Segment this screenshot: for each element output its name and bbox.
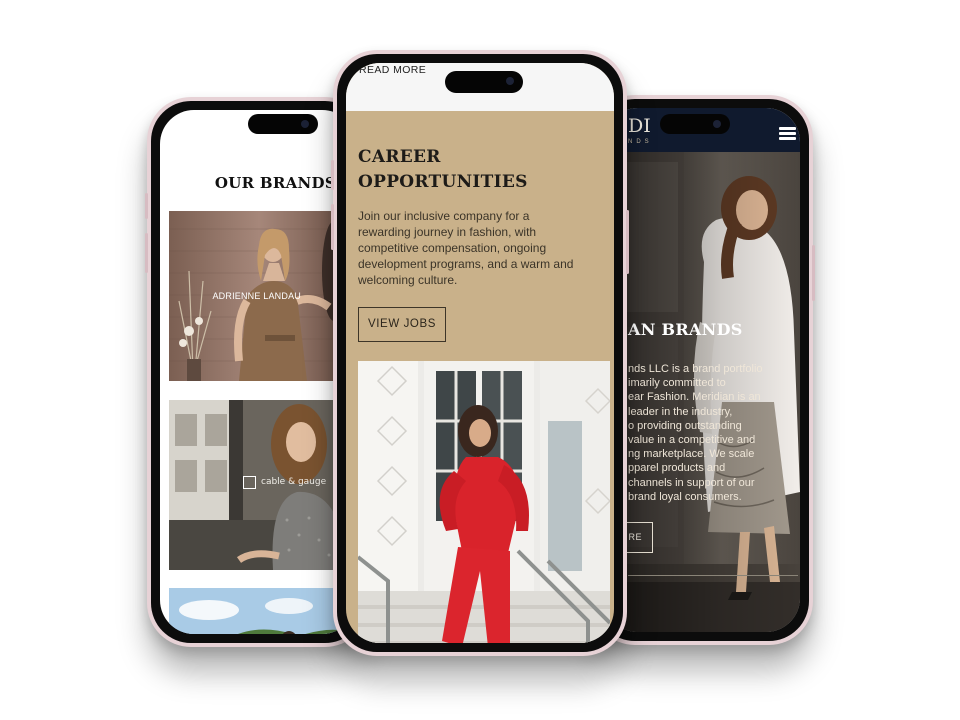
site-logo-subtitle: NDS	[628, 139, 653, 145]
careers-photo	[358, 361, 610, 643]
phone-side-button	[812, 245, 815, 301]
body-line: nds LLC is a brand portfolio	[628, 363, 763, 375]
body-line: rewarding journey in fashion, with	[358, 225, 537, 239]
heading-line: CAREER	[358, 147, 441, 167]
hamburger-menu-icon[interactable]	[779, 127, 796, 140]
phone-left-screen[interactable]: OUR BRANDS ADRIENNE LANDAU cable & gauge	[160, 110, 356, 634]
phone-center-screen[interactable]: READ MORE CAREER OPPORTUNITIES Join our …	[346, 63, 614, 643]
phone-side-button	[331, 160, 334, 190]
body-line: pparel products and	[628, 462, 726, 475]
dynamic-island	[248, 114, 318, 134]
body-line: o providing outstanding	[628, 419, 742, 432]
body-line: imarily committed to	[628, 377, 726, 390]
body-line: welcoming culture.	[358, 273, 458, 287]
careers-photo-image	[358, 361, 610, 643]
view-jobs-button[interactable]: VIEW JOBS	[358, 307, 446, 342]
phone-right-screen[interactable]: DI NDS AN BRANDS nds LLC is a brand port…	[604, 108, 800, 632]
body-line: ng marketplace. We scale	[628, 448, 755, 461]
careers-heading: CAREER OPPORTUNITIES	[358, 145, 528, 195]
phone-side-button	[331, 204, 334, 250]
brand-card-cable-gauge[interactable]: cable & gauge	[169, 400, 349, 570]
read-more-link[interactable]: READ MORE	[359, 64, 426, 76]
body-line: Join our inclusive company for a	[358, 209, 530, 223]
camera-icon	[301, 120, 309, 128]
camera-icon	[713, 120, 721, 128]
site-logo[interactable]: DI	[628, 115, 651, 137]
phone-bezel: READ MORE CAREER OPPORTUNITIES Join our …	[337, 54, 623, 652]
careers-body: Join our inclusive company for a rewardi…	[358, 208, 610, 288]
divider	[628, 575, 798, 576]
heading-line: OPPORTUNITIES	[358, 172, 528, 192]
body-line: ear Fashion. Meridian is an	[628, 391, 761, 404]
cable-gauge-logo-icon	[243, 476, 256, 489]
phone-center: READ MORE CAREER OPPORTUNITIES Join our …	[331, 50, 629, 656]
brand-label: ADRIENNE LANDAU	[212, 291, 301, 301]
phone-bezel: DI NDS AN BRANDS nds LLC is a brand port…	[595, 99, 809, 641]
dynamic-island	[660, 114, 730, 134]
body-line: brand loyal consumers.	[628, 490, 742, 503]
hero-body: nds LLC is a brand portfolio imarily com…	[628, 362, 800, 504]
dynamic-island	[445, 71, 523, 93]
hero-title: AN BRANDS	[628, 320, 743, 339]
camera-icon	[506, 77, 514, 85]
body-line: development programs, and a warm and	[358, 257, 574, 271]
body-line: channels in support of our	[628, 476, 755, 489]
brand-label: cable & gauge	[261, 477, 327, 487]
phone-side-button	[145, 193, 148, 219]
phone-side-button	[626, 210, 629, 274]
brand-card-third[interactable]	[169, 588, 349, 634]
brand-photo	[169, 588, 349, 634]
section-title: OUR BRANDS	[214, 174, 336, 192]
body-line: value in a competitive and	[628, 434, 756, 447]
body-line: competitive compensation, ongoing	[358, 241, 547, 255]
brand-card-adrienne-landau[interactable]: ADRIENNE LANDAU	[169, 211, 349, 381]
phone-side-button	[145, 233, 148, 273]
body-line: leader in the industry,	[628, 405, 733, 418]
